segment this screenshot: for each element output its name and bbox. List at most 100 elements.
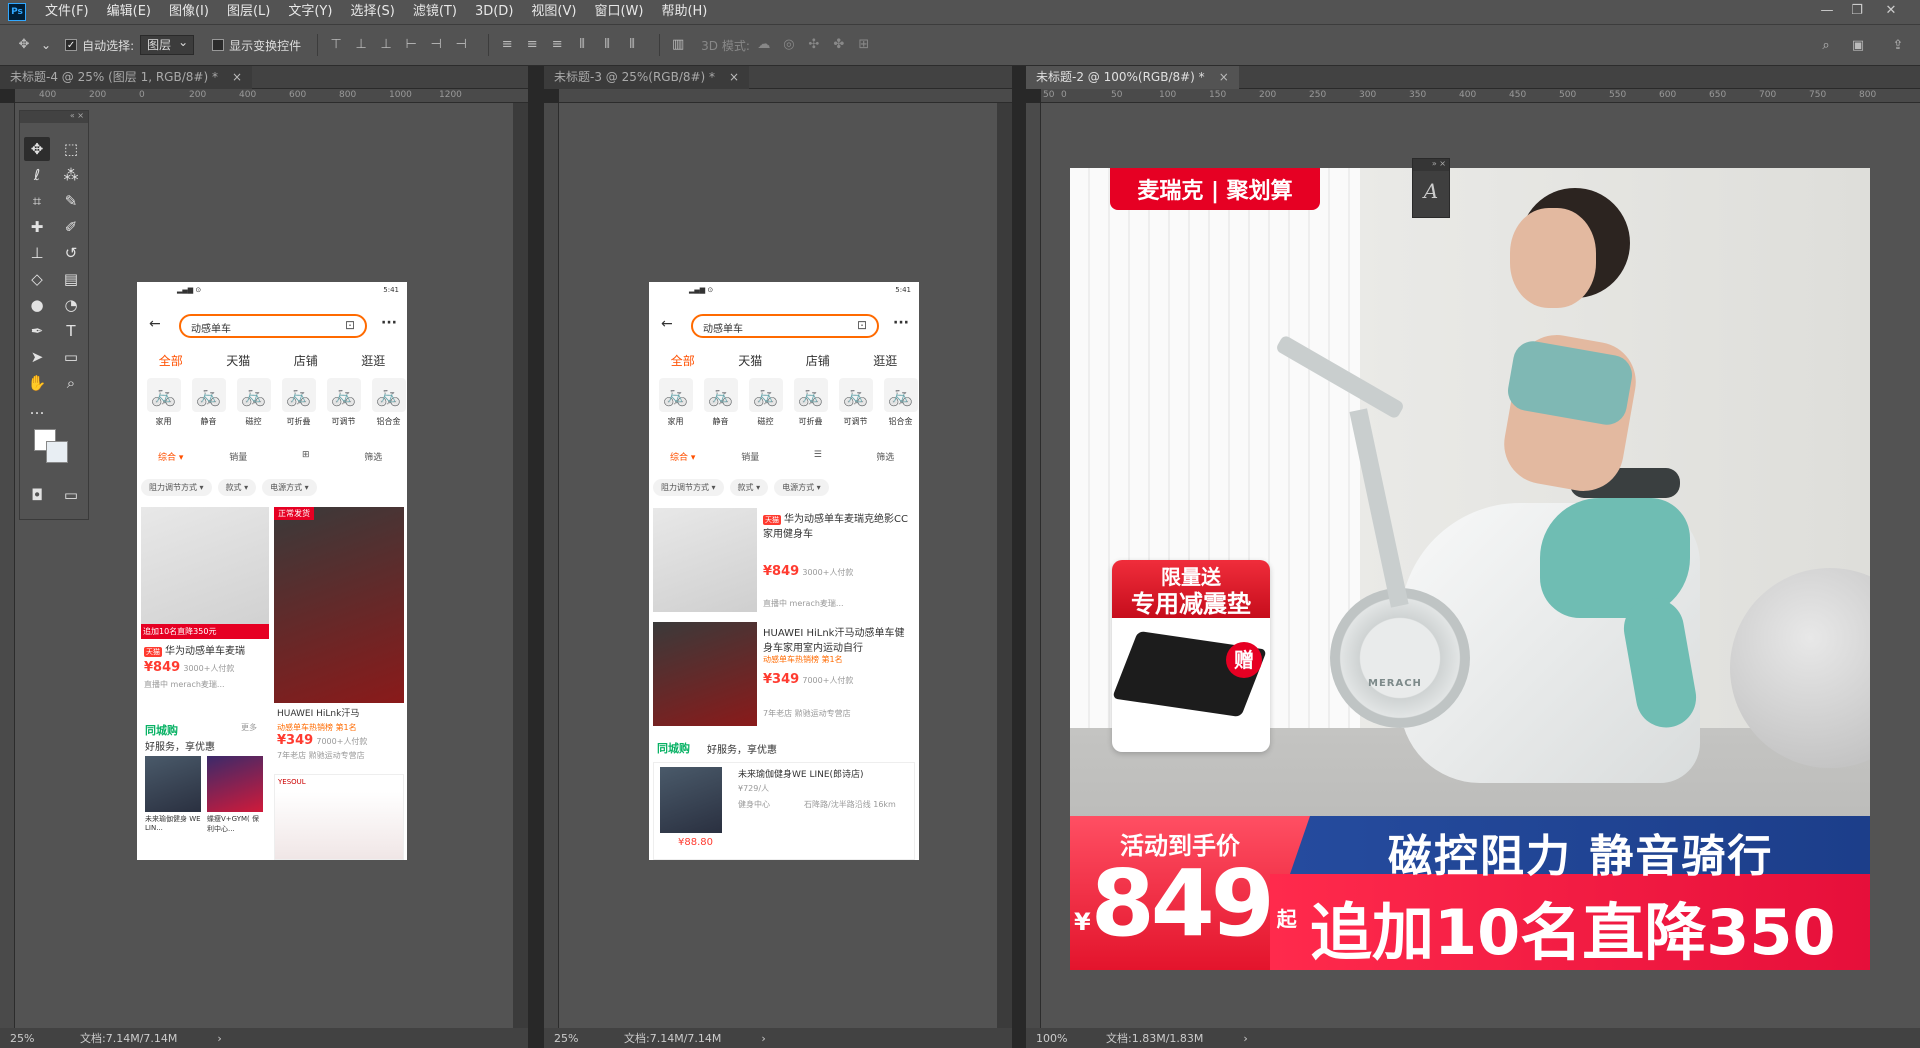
menu-image[interactable]: 图像(I) xyxy=(160,0,218,24)
tool-preset-dropdown[interactable]: ⌄ xyxy=(41,38,51,52)
chevron-right-icon[interactable]: › xyxy=(761,1032,765,1045)
product-list-item[interactable]: 天猫 华为动感单车麦瑞克绝影CC家用健身车 ¥849 3000+人付款 直播中 m… xyxy=(653,508,915,614)
tab-store[interactable]: 店铺 xyxy=(784,352,852,369)
auto-select-dropdown[interactable]: 图层 xyxy=(140,33,195,55)
category-item[interactable]: 🚲 铝合金 xyxy=(366,378,407,427)
align-left-icon[interactable]: ⊢ xyxy=(403,37,419,53)
category-item[interactable]: 🚲 家用 xyxy=(141,378,186,427)
align-hcenter-icon[interactable]: ⊣ xyxy=(428,37,444,53)
list-view-icon[interactable]: ☰ xyxy=(784,450,852,463)
close-tab-icon[interactable]: × xyxy=(232,66,242,89)
menu-filter[interactable]: 滤镜(T) xyxy=(404,0,466,24)
drag-3d-icon[interactable]: ✣ xyxy=(806,37,822,53)
collapse-icon[interactable]: « × xyxy=(20,111,88,123)
filter-chip[interactable]: 电源方式 ▾ xyxy=(262,479,317,496)
back-arrow-icon[interactable]: ← xyxy=(661,316,673,332)
zoom-level[interactable]: 25% xyxy=(544,1032,604,1045)
distribute-bottom-icon[interactable]: ≡ xyxy=(549,37,565,53)
quick-mask-icon[interactable]: ◘ xyxy=(24,483,50,507)
category-item[interactable]: 🚲 可折叠 xyxy=(788,378,833,427)
filter-button[interactable]: 筛选 xyxy=(340,450,408,463)
brush-tool-icon[interactable]: ✐ xyxy=(58,215,84,239)
chevron-right-icon[interactable]: › xyxy=(217,1032,221,1045)
menu-type[interactable]: 文字(Y) xyxy=(279,0,341,24)
menu-layer[interactable]: 图层(L) xyxy=(218,0,279,24)
filter-chip[interactable]: 款式 ▾ xyxy=(729,479,769,496)
crop-tool-icon[interactable]: ⌗ xyxy=(24,189,50,213)
share-icon[interactable]: ⇪ xyxy=(1890,38,1906,54)
eyedropper-icon[interactable]: ✎ xyxy=(58,189,84,213)
product-card[interactable]: 追加10名直降350元 天猫 华为动感单车麦瑞 ¥849 3000+人付款 直播中… xyxy=(141,507,269,707)
auto-select-checkbox[interactable]: ✓ 自动选择: xyxy=(65,37,134,54)
background-color-swatch[interactable] xyxy=(46,441,68,463)
menu-edit[interactable]: 编辑(E) xyxy=(98,0,160,24)
close-tab-icon[interactable]: × xyxy=(1219,66,1229,89)
back-arrow-icon[interactable]: ← xyxy=(149,316,161,332)
sort-sales[interactable]: 销量 xyxy=(717,450,785,463)
zoom-level[interactable]: 25% xyxy=(0,1032,60,1045)
restore-icon[interactable]: ❐ xyxy=(1842,0,1872,24)
filter-chip[interactable]: 款式 ▾ xyxy=(217,479,257,496)
align-bottom-icon[interactable]: ⊥ xyxy=(378,37,394,53)
history-brush-icon[interactable]: ↺ xyxy=(58,241,84,265)
menu-window[interactable]: 窗口(W) xyxy=(585,0,652,24)
auto-align-icon[interactable]: ▥ xyxy=(670,37,686,53)
store-thumbnail[interactable] xyxy=(207,756,263,812)
show-transform-checkbox[interactable]: 显示变换控件 xyxy=(212,37,301,54)
magic-wand-icon[interactable]: ⁂ xyxy=(58,163,84,187)
product-card[interactable]: 正常发货 HUAWEI HiLnk汗马 动感单车热销榜 第1名 ¥349 700… xyxy=(274,507,404,767)
roll-3d-icon[interactable]: ◎ xyxy=(781,37,797,53)
distribute-top-icon[interactable]: ≡ xyxy=(499,37,515,53)
tab-all[interactable]: 全部 xyxy=(137,352,205,369)
close-icon[interactable]: ✕ xyxy=(1876,0,1906,24)
vertical-scrollbar[interactable] xyxy=(513,103,528,1028)
filter-chip[interactable]: 电源方式 ▾ xyxy=(774,479,829,496)
category-item[interactable]: 🚲 静音 xyxy=(186,378,231,427)
healing-brush-icon[interactable]: ✚ xyxy=(24,215,50,239)
category-item[interactable]: 🚲 可调节 xyxy=(833,378,878,427)
orbit-3d-icon[interactable]: ☁ xyxy=(756,37,772,53)
distribute-right-icon[interactable]: ⦀ xyxy=(624,37,640,53)
city-more-link[interactable]: 更多 xyxy=(241,722,257,733)
tab-tmall[interactable]: 天猫 xyxy=(717,352,785,369)
doc-tab-2[interactable]: 未标题-3 @ 25%(RGB/8#) * × xyxy=(544,65,750,89)
move-tool-icon[interactable]: ✥ xyxy=(16,37,32,53)
tab-tmall[interactable]: 天猫 xyxy=(205,352,273,369)
workspace-icon[interactable]: ▣ xyxy=(1850,38,1866,54)
filter-chip[interactable]: 阻力调节方式 ▾ xyxy=(141,479,212,496)
camera-icon[interactable]: ⊡ xyxy=(857,318,867,332)
type-tool-icon[interactable]: T xyxy=(58,319,84,343)
doc-tab-1[interactable]: 未标题-4 @ 25% (图层 1, RGB/8#) * × xyxy=(0,65,253,89)
product-list-item[interactable]: HUAWEI HiLnk汗马动感单车健身车家用室内运动自行 动感单车热销榜 第1… xyxy=(653,622,915,728)
collapse-icon[interactable]: » × xyxy=(1413,159,1449,171)
stamp-tool-icon[interactable]: ⊥ xyxy=(24,241,50,265)
tab-all[interactable]: 全部 xyxy=(649,352,717,369)
grid-view-icon[interactable]: ⊞ xyxy=(272,450,340,463)
category-item[interactable]: 🚲 铝合金 xyxy=(878,378,919,427)
product-card[interactable]: YESOUL xyxy=(274,774,404,860)
align-top-icon[interactable]: ⊤ xyxy=(328,37,344,53)
search-icon[interactable]: ⌕ xyxy=(1818,38,1834,54)
more-icon[interactable]: ··· xyxy=(381,315,397,331)
align-right-icon[interactable]: ⊣ xyxy=(453,37,469,53)
menu-file[interactable]: 文件(F) xyxy=(36,0,98,24)
character-panel-icon[interactable]: A xyxy=(1413,171,1449,211)
lasso-tool-icon[interactable]: ℓ xyxy=(24,163,50,187)
more-icon[interactable]: ··· xyxy=(893,315,909,331)
distribute-left-icon[interactable]: ⦀ xyxy=(574,37,590,53)
search-input[interactable]: 动感单车 ⊡ xyxy=(691,314,879,338)
category-item[interactable]: 🚲 磁控 xyxy=(743,378,788,427)
eraser-tool-icon[interactable]: ◇ xyxy=(24,267,50,291)
doc-tab-3[interactable]: 未标题-2 @ 100%(RGB/8#) * × xyxy=(1026,65,1239,89)
tab-store[interactable]: 店铺 xyxy=(272,352,340,369)
gradient-tool-icon[interactable]: ▤ xyxy=(58,267,84,291)
distribute-vcenter-icon[interactable]: ≡ xyxy=(524,37,540,53)
category-item[interactable]: 🚲 可折叠 xyxy=(276,378,321,427)
store-card[interactable]: 未来瑜伽健身WE LINE(郎诗店) ¥729/人 健身中心 石降路/沈半路沿线… xyxy=(653,762,915,860)
scale-3d-icon[interactable]: ⊞ xyxy=(856,37,872,53)
camera-icon[interactable]: ⊡ xyxy=(345,318,355,332)
search-input[interactable]: 动感单车 ⊡ xyxy=(179,314,367,338)
move-tool-icon[interactable]: ✥ xyxy=(24,137,50,161)
zoom-tool-icon[interactable]: ⌕ xyxy=(58,371,84,395)
tab-browse[interactable]: 逛逛 xyxy=(340,352,408,369)
